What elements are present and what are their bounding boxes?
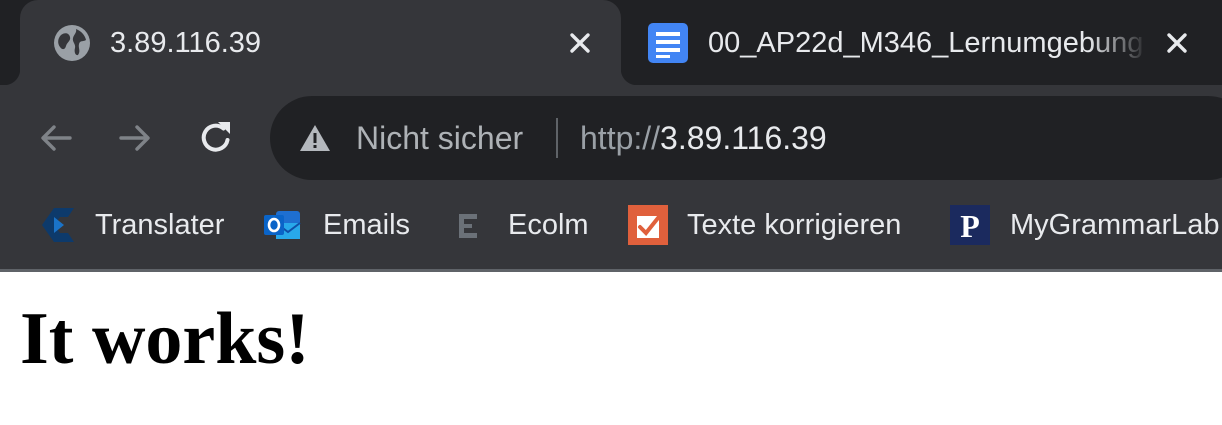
close-icon[interactable] <box>1162 28 1192 58</box>
warning-triangle-icon[interactable] <box>298 122 332 154</box>
bookmark-ecolm[interactable]: Ecolm <box>448 191 593 257</box>
page-content: It works! <box>0 272 1222 425</box>
google-docs-icon <box>648 23 688 63</box>
bookmarks-bar: Translater Emails Ecolm Texte korrigiere… <box>0 191 1222 269</box>
bookmark-emails[interactable]: Emails <box>262 191 412 257</box>
security-label[interactable]: Nicht sicher <box>356 115 523 161</box>
address-divider <box>556 118 558 158</box>
pearson-icon: P <box>950 205 990 245</box>
tab-inactive[interactable]: 00_AP22d_M346_Lernumgebung <box>621 0 1222 85</box>
tab-strip: 3.89.116.39 00_AP22d_M346_Lernumgebung <box>0 0 1222 85</box>
tab-title: 00_AP22d_M346_Lernumgebung <box>708 27 1144 59</box>
svg-text:P: P <box>960 208 980 244</box>
page-heading: It works! <box>20 298 310 380</box>
reload-icon[interactable] <box>194 116 238 160</box>
bookmark-label: MyGrammarLab <box>1010 209 1220 241</box>
bookmark-label: Translater <box>95 209 225 241</box>
bookmark-texte-korrigieren[interactable]: Texte korrigieren <box>628 191 913 257</box>
texte-korrigieren-icon <box>628 205 668 245</box>
bookmark-label: Emails <box>323 209 411 241</box>
bookmark-mygrammarlab[interactable]: P MyGrammarLab <box>950 191 1222 257</box>
title-fade <box>1088 22 1148 64</box>
globe-icon <box>52 23 92 63</box>
tab-title: 3.89.116.39 <box>110 27 262 59</box>
url-text[interactable]: http://3.89.116.39 <box>580 115 827 161</box>
toolbar: Nicht sicher http://3.89.116.39 <box>0 85 1222 191</box>
bookmark-translater[interactable]: Translater <box>38 191 228 257</box>
bookmark-label: Texte korrigieren <box>687 209 902 241</box>
close-icon[interactable] <box>565 28 595 58</box>
tab-active[interactable]: 3.89.116.39 <box>4 0 637 85</box>
translater-icon <box>38 205 78 245</box>
ecolm-icon <box>448 205 488 245</box>
url-host: 3.89.116.39 <box>660 120 827 156</box>
bookmark-label: Ecolm <box>508 209 589 241</box>
arrow-left-icon[interactable] <box>34 116 78 160</box>
address-bar[interactable]: Nicht sicher http://3.89.116.39 <box>270 96 1222 180</box>
arrow-right-icon[interactable] <box>113 116 157 160</box>
outlook-icon <box>262 205 302 245</box>
url-scheme: http:// <box>580 120 661 156</box>
